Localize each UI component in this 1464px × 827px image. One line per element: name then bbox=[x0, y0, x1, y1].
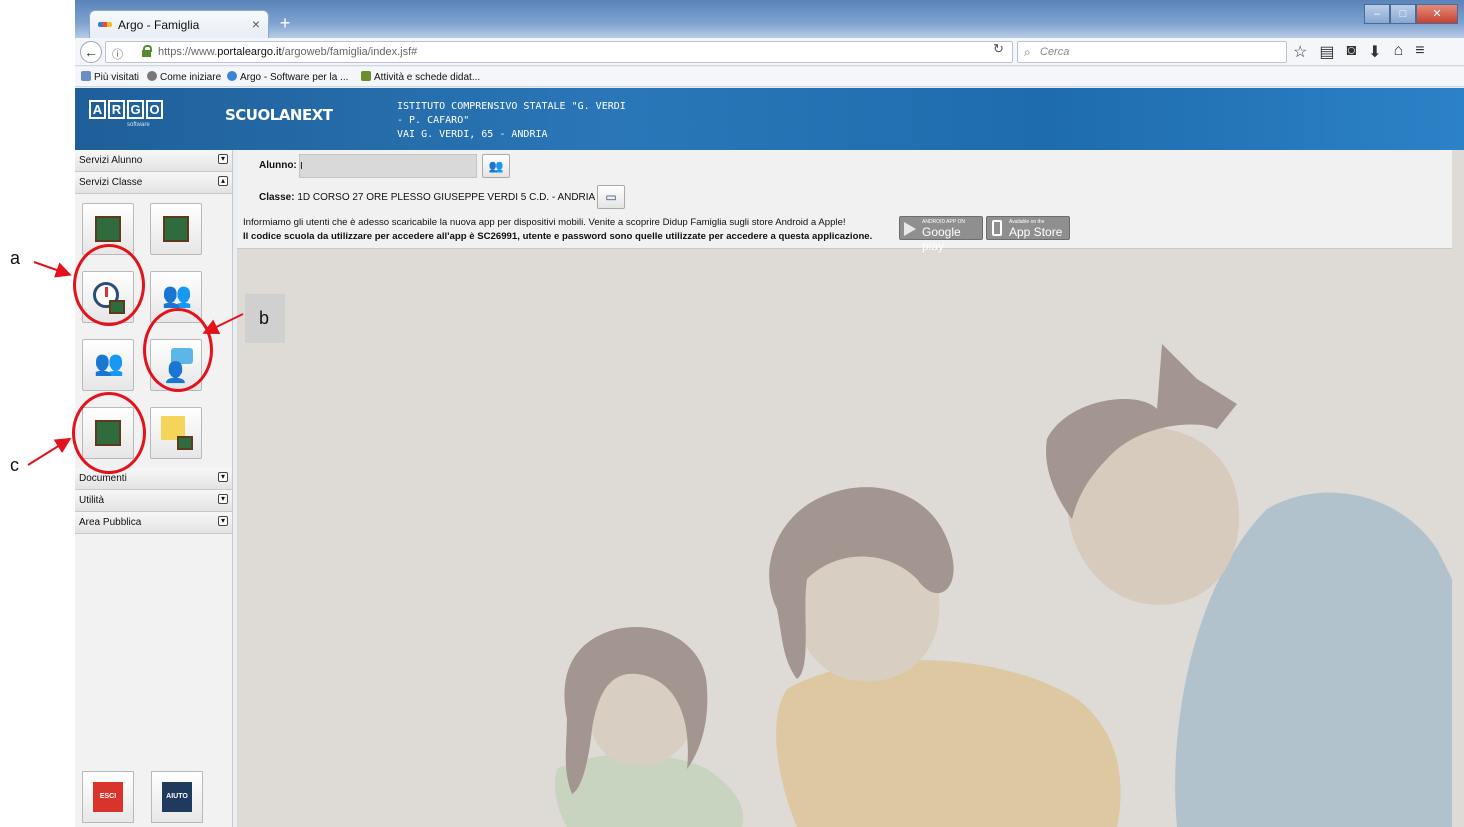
screenshot-root: a c Argo - Famiglia × + – □ ✕ ← ⓘ https:… bbox=[0, 0, 1464, 827]
annotation-arrows bbox=[27, 261, 244, 466]
arrow-c bbox=[27, 437, 72, 466]
arrow-a bbox=[33, 261, 72, 278]
arrow-b bbox=[202, 313, 244, 334]
